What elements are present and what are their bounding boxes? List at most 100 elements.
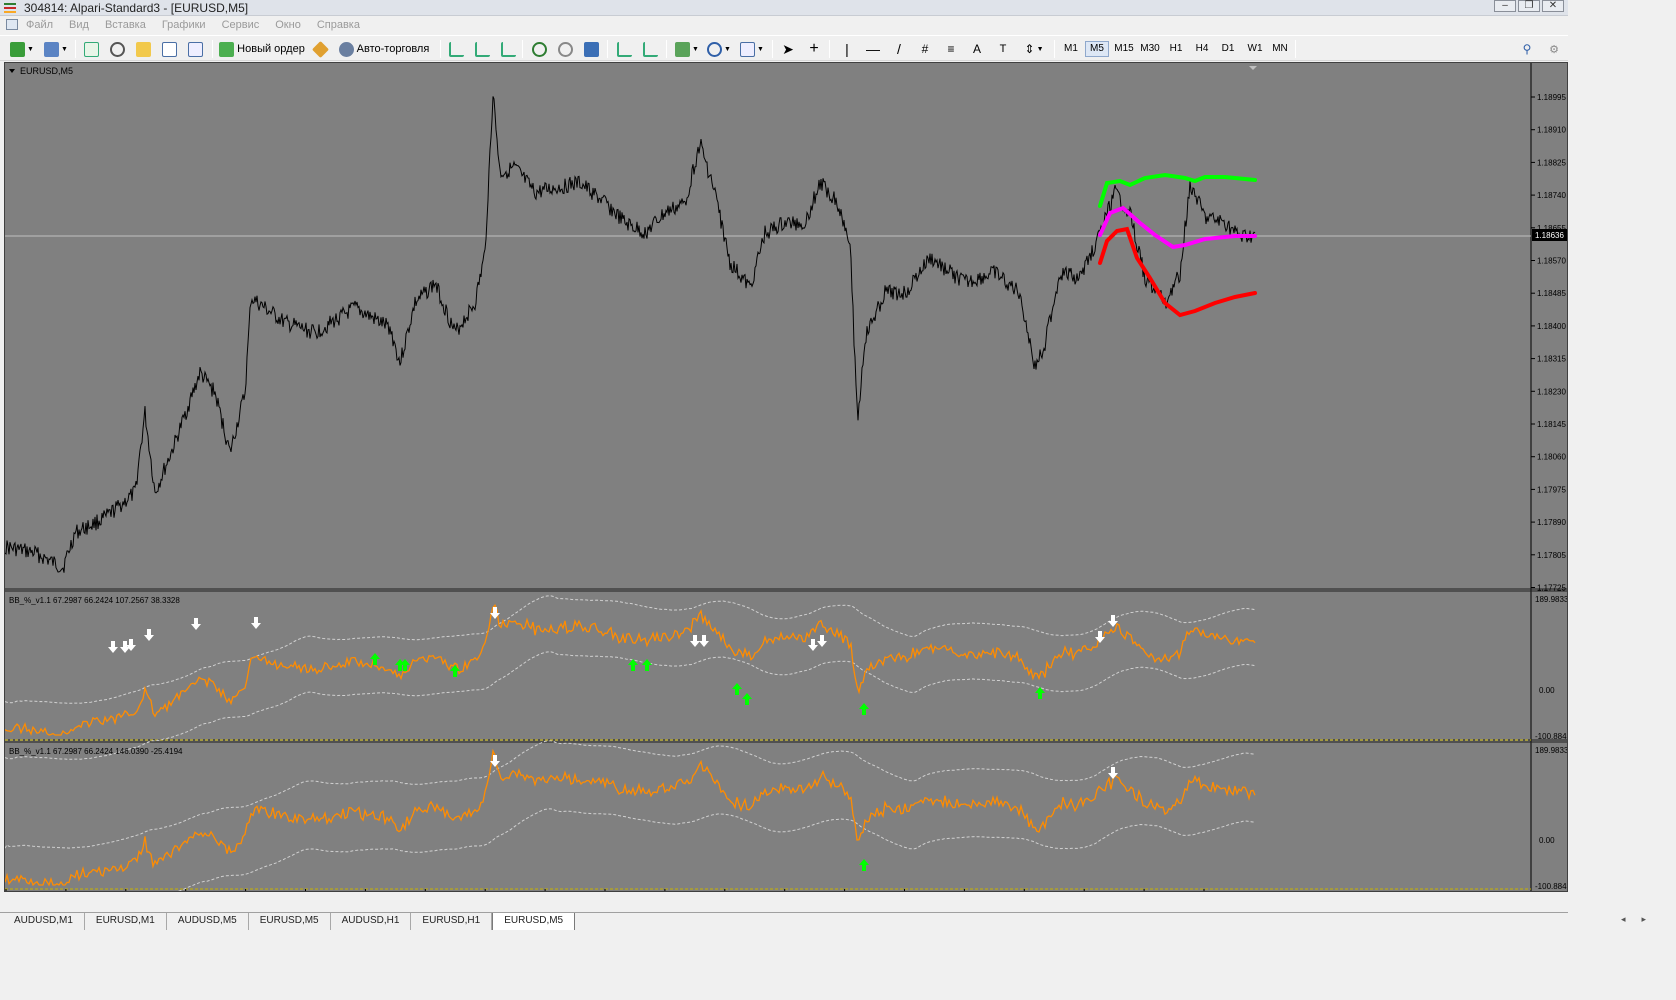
timeframe-h4[interactable]: H4 — [1190, 41, 1214, 57]
tab-audusd-h1[interactable]: AUDUSD,H1 — [330, 913, 412, 930]
timeframe-m1[interactable]: M1 — [1059, 41, 1083, 57]
terminal-icon — [161, 41, 177, 57]
tester-button[interactable] — [186, 39, 204, 59]
minimize-button[interactable]: – — [1494, 0, 1516, 12]
timeframe-m30[interactable]: M30 — [1137, 41, 1163, 57]
profiles-button[interactable]: ▼ — [42, 39, 70, 59]
bar-chart-button[interactable] — [447, 39, 465, 59]
autoscroll-button[interactable] — [615, 39, 633, 59]
menu-tools[interactable]: Сервис — [222, 19, 260, 31]
tab-eurusd-m5[interactable]: EURUSD,M5 — [248, 913, 331, 930]
market-watch-button[interactable] — [82, 39, 100, 59]
buy-signal-arrow-icon — [370, 653, 380, 665]
new-chart-button[interactable]: ▼ — [8, 39, 36, 59]
price-tick-label: 1.18315 — [1537, 355, 1566, 364]
data-window-button[interactable] — [108, 39, 126, 59]
navigator-button[interactable] — [134, 39, 152, 59]
tile-windows-icon — [583, 41, 599, 57]
terminal-button[interactable] — [160, 39, 178, 59]
tab-eurusd-h1[interactable]: EURUSD,H1 — [411, 913, 493, 930]
indicator-2-upper-band — [4, 740, 1256, 849]
candles-button[interactable] — [473, 39, 491, 59]
crosshair-button[interactable]: + — [805, 39, 823, 59]
price-pane[interactable] — [5, 63, 1531, 589]
price-tick-label: 1.18400 — [1537, 322, 1566, 331]
price-axis: 1.189951.189101.188251.187401.186551.185… — [1531, 93, 1566, 593]
restore-button[interactable]: ❐ — [1518, 0, 1540, 12]
mdi-window-icon[interactable] — [6, 19, 18, 30]
app-icon — [2, 1, 18, 15]
auto-trading-button[interactable]: Авто-торговля — [336, 39, 432, 59]
chart-shift-button[interactable] — [641, 39, 659, 59]
sell-signal-arrow-icon — [1095, 631, 1105, 643]
buy-signal-arrow-icon — [859, 703, 869, 715]
fibonacci-button[interactable]: ≡ — [942, 39, 960, 59]
timeframe-m5[interactable]: M5 — [1085, 41, 1109, 57]
tab-scroll-arrows[interactable]: ◂▸ — [1621, 914, 1662, 925]
chart-canvas[interactable]: EURUSD,M5 1.18995 1.18910 1.18825 1.18740 1.… — [4, 63, 1569, 917]
indicators-button[interactable]: ▼ — [674, 39, 700, 59]
metaeditor-button[interactable] — [310, 39, 330, 59]
bar-chart-icon — [448, 41, 464, 57]
indicator-1-upper-band — [4, 595, 1256, 704]
toolbar-divider — [607, 40, 608, 58]
window-controls: – ❐ ✕ — [1492, 0, 1564, 12]
profiles-icon — [44, 41, 60, 57]
templates-button[interactable]: ▼ — [738, 39, 766, 59]
line-chart-button[interactable] — [499, 39, 517, 59]
equidistant-channel-button[interactable]: # — [916, 39, 934, 59]
timeframe-h1[interactable]: H1 — [1164, 41, 1188, 57]
sell-signal-arrow-icon — [690, 635, 700, 647]
text-button[interactable]: A — [968, 39, 986, 59]
window-title: 304814: Alpari-Standard3 - [EURUSD,M5] — [24, 0, 249, 15]
timeframe-m15[interactable]: M15 — [1111, 41, 1137, 57]
vertical-line-button[interactable]: | — [838, 39, 856, 59]
search-button[interactable]: ⚲ — [1518, 39, 1536, 59]
periods-button[interactable]: ▼ — [706, 39, 732, 59]
auto-trading-label: Авто-торговля — [356, 43, 430, 55]
chart-window[interactable]: EURUSD,M5 1.18995 1.18910 1.18825 1.18740 1.… — [4, 62, 1569, 917]
chart-shift-icon — [642, 41, 658, 57]
menu-charts[interactable]: Графики — [162, 19, 206, 31]
menu-insert[interactable]: Вставка — [105, 19, 146, 31]
trendline-icon: / — [897, 41, 901, 57]
tab-audusd-m5[interactable]: AUDUSD,M5 — [166, 913, 249, 930]
tab-eurusd-m1[interactable]: EURUSD,M1 — [84, 913, 167, 930]
dropdown-icon: ▼ — [61, 45, 68, 53]
timeframe-w1[interactable]: W1 — [1243, 41, 1267, 57]
arrows-button[interactable]: ⇕ ▼ — [1020, 39, 1048, 59]
chart-tabs: AUDUSD,M1 EURUSD,M1 AUDUSD,M5 EURUSD,M5 … — [0, 912, 1568, 931]
sell-signal-arrow-icon — [808, 639, 818, 651]
tab-audusd-m1[interactable]: AUDUSD,M1 — [3, 913, 85, 930]
close-button[interactable]: ✕ — [1542, 0, 1564, 12]
tab-scroll-right-icon[interactable]: ▸ — [1641, 914, 1662, 924]
tab-scroll-left-icon[interactable]: ◂ — [1621, 914, 1642, 924]
trendline-button[interactable]: / — [890, 39, 908, 59]
horizontal-line-button[interactable]: — — [864, 39, 882, 59]
menu-help[interactable]: Справка — [317, 19, 360, 31]
zoom-in-icon — [531, 41, 547, 57]
cursor-button[interactable]: ➤ — [779, 39, 797, 59]
new-order-button[interactable]: Новый ордер — [219, 39, 305, 59]
indicator-2-axis-top: 189.9833 — [1535, 746, 1567, 755]
menu-view[interactable]: Вид — [69, 19, 89, 31]
toolbar: ▼ ▼ Новый ордер Авто-торговля ▼ ▼ ▼ ➤ + … — [0, 35, 1568, 61]
menu-file[interactable]: Файл — [26, 19, 53, 31]
line-chart-icon — [500, 41, 516, 57]
price-tick-label: 1.18570 — [1537, 257, 1566, 266]
market-watch-icon — [83, 41, 99, 57]
timeframe-mn[interactable]: MN — [1268, 41, 1292, 57]
timeframe-d1[interactable]: D1 — [1216, 41, 1240, 57]
metaeditor-icon — [311, 40, 329, 58]
tab-eurusd-m5-active[interactable]: EURUSD,M5 — [492, 913, 576, 931]
tile-windows-button[interactable] — [582, 39, 600, 59]
zoom-out-button[interactable] — [556, 39, 574, 59]
menu-window[interactable]: Окно — [275, 19, 301, 31]
channel-icon: # — [921, 42, 929, 56]
options-button[interactable]: ⚙ — [1544, 39, 1564, 59]
toolbar-divider — [522, 40, 523, 58]
indicator-1-label: BB_%_v1.1 67.2987 66.2424 107.2567 38.33… — [9, 596, 180, 605]
new-chart-icon — [10, 41, 26, 57]
text-label-button[interactable]: T — [994, 39, 1012, 59]
zoom-in-button[interactable] — [530, 39, 548, 59]
